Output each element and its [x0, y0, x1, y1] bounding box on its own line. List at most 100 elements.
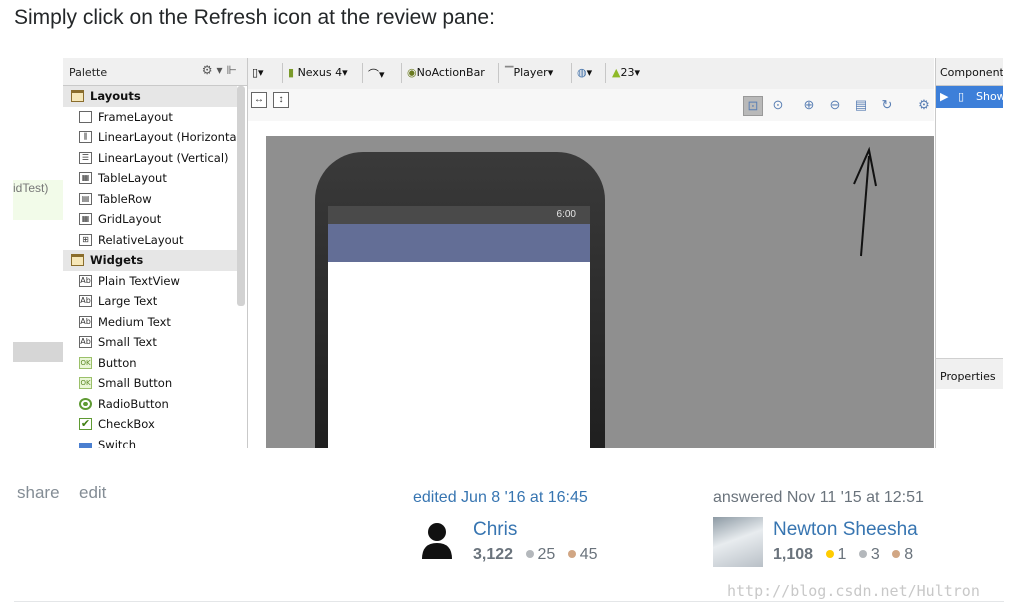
textview-icon: Ab [79, 336, 92, 348]
folder-icon [71, 90, 84, 102]
button-icon: OK [79, 377, 92, 389]
share-link[interactable]: share [17, 483, 60, 503]
gold-badge-icon [825, 550, 834, 559]
answerer-silver-count: 3 [870, 546, 880, 563]
api-selector[interactable]: ▲23▾ [612, 66, 640, 79]
component-tree-selected-row[interactable]: ▶ ▯ Show [936, 86, 1003, 108]
palette-item[interactable]: Ab Large Text [63, 291, 237, 312]
screenshot-icon[interactable]: ▤ [852, 96, 870, 114]
zoom-in-icon[interactable]: ⊕ [800, 96, 818, 114]
palette-item[interactable]: ▤ TableRow [63, 189, 237, 210]
palette-item-label: Widgets [90, 253, 144, 267]
palette-item[interactable]: FrameLayout [63, 107, 237, 128]
actual-size-icon[interactable]: ⊙ [769, 96, 787, 114]
theme-selector[interactable]: ◉NoActionBar [407, 66, 485, 79]
palette-item[interactable]: Switch [63, 435, 237, 449]
answerer-gold-count: 1 [837, 546, 847, 563]
palette-item[interactable]: ☰ LinearLayout (Vertical) [63, 148, 237, 169]
layout-file-icon[interactable]: ▯▾ [252, 66, 264, 79]
palette-item-label: Small Text [98, 335, 157, 349]
palette-title: Palette [69, 66, 108, 79]
palette-item[interactable]: Ab Plain TextView [63, 271, 237, 292]
edited-timestamp-link[interactable]: edited Jun 8 '16 at 16:45 [413, 489, 588, 507]
bronze-badge-icon [567, 550, 576, 559]
radio-icon [79, 397, 92, 410]
palette-scrollbar[interactable] [237, 86, 245, 306]
editor-gutter-bar [13, 342, 63, 362]
expand-arrow-icon[interactable]: ▶ [940, 90, 948, 103]
refresh-icon[interactable]: ↻ [878, 96, 896, 114]
linear-horizontal-icon: ⫼ [79, 131, 92, 143]
textview-icon: Ab [79, 295, 92, 307]
palette-item-label: RadioButton [98, 396, 169, 411]
user-silhouette-icon [422, 523, 452, 559]
component-tree-title: Component [940, 66, 1003, 79]
palette-item[interactable]: Ab Small Text [63, 332, 237, 353]
orientation-icon[interactable]: ⌒▾ [368, 66, 385, 82]
activity-label: Player [513, 66, 548, 79]
frame-icon [79, 110, 92, 123]
palette-item[interactable]: Ab Medium Text [63, 312, 237, 333]
silver-badge-icon [525, 550, 534, 559]
palette-item[interactable]: ⊞ RelativeLayout [63, 230, 237, 251]
palette-item-label: FrameLayout [98, 109, 173, 124]
editor-reputation: 3,122 25 45 [473, 546, 598, 564]
palette-panel: Palette ⚙▾⊩ Layouts FrameLayout ⫼ LinearLay… [63, 58, 248, 448]
locale-globe-icon[interactable]: ◍▾ [577, 66, 592, 79]
palette-category[interactable]: Layouts [63, 86, 237, 107]
preview-toolbar: ▯▾ ▮ Nexus 4▾ ⌒▾ ◉NoActionBar ▔Player▾ ◍… [248, 58, 934, 90]
api-label: 23 [620, 66, 635, 79]
palette-category[interactable]: Widgets [63, 250, 237, 271]
answerer-rep-score: 1,108 [773, 546, 814, 563]
palette-item[interactable]: ⫼ LinearLayout (Horizontal) [63, 127, 244, 148]
device-label: Nexus 4 [297, 66, 343, 79]
answerer-name-link[interactable]: Newton Sheesha [773, 519, 918, 541]
design-canvas: 6:00 [266, 136, 934, 448]
folder-icon [71, 254, 84, 266]
component-tree-header: Component [936, 58, 1003, 86]
palette-item-label: Layouts [90, 89, 141, 103]
answerer-avatar[interactable] [713, 517, 763, 567]
editor-silver-count: 25 [537, 546, 556, 563]
preview-settings-icon[interactable]: ⚙ [915, 96, 933, 114]
button-icon: OK [79, 356, 92, 369]
preview-subtoolbar: ↔ ↕ ⊡ ⊙ ⊕ ⊖ ▤ ↻ ⚙ [248, 89, 934, 121]
activity-selector[interactable]: ▔Player▾ [505, 66, 553, 79]
editor-name-link[interactable]: Chris [473, 519, 517, 541]
resize-horizontal-icon[interactable]: ↔ [251, 92, 267, 108]
annotation-arrow [853, 146, 877, 257]
palette-item[interactable]: ▦ GridLayout [63, 209, 237, 230]
zoom-to-fit-icon[interactable]: ⊡ [743, 96, 763, 116]
android-studio-screenshot: idTest) Palette ⚙▾⊩ Layouts FrameLayout ⫼ L… [13, 58, 1003, 448]
palette-item-label: LinearLayout (Vertical) [98, 150, 229, 165]
table-icon: ▦ [79, 172, 92, 184]
editor-gutter-text: idTest) [13, 180, 63, 220]
palette-item-label: RelativeLayout [98, 232, 184, 247]
palette-item-label: Switch [98, 437, 137, 449]
theme-label: NoActionBar [416, 66, 485, 79]
palette-item-label: GridLayout [98, 212, 162, 226]
table-row-icon: ▤ [79, 192, 92, 205]
palette-item-label: Button [98, 355, 137, 370]
checkbox-icon: ✔ [79, 417, 92, 430]
palette-item[interactable]: RadioButton [63, 394, 237, 415]
device-selector[interactable]: ▮ Nexus 4▾ [288, 66, 348, 79]
zoom-out-icon[interactable]: ⊖ [826, 96, 844, 114]
palette-settings-icon[interactable]: ⚙▾⊩ [202, 63, 241, 77]
theme-icon: ◉ [407, 66, 417, 79]
palette-item[interactable]: ✔ CheckBox [63, 414, 237, 435]
palette-item[interactable]: OK Button [63, 353, 237, 374]
device-screen-icon: ▯ [958, 90, 965, 103]
divider [14, 601, 1004, 602]
palette-item-label: Large Text [98, 294, 158, 308]
resize-vertical-icon[interactable]: ↕ [273, 92, 289, 108]
editor-avatar[interactable] [420, 521, 454, 559]
edit-link[interactable]: edit [79, 483, 106, 503]
palette-item[interactable]: ▦ TableLayout [63, 168, 237, 189]
silver-badge-icon [858, 550, 867, 559]
palette-item[interactable]: OK Small Button [63, 373, 237, 394]
properties-header: Properties [936, 358, 1003, 389]
palette-item-label: Plain TextView [98, 273, 180, 288]
editor-rep-score: 3,122 [473, 546, 514, 563]
palette-item-label: TableLayout [98, 171, 167, 185]
